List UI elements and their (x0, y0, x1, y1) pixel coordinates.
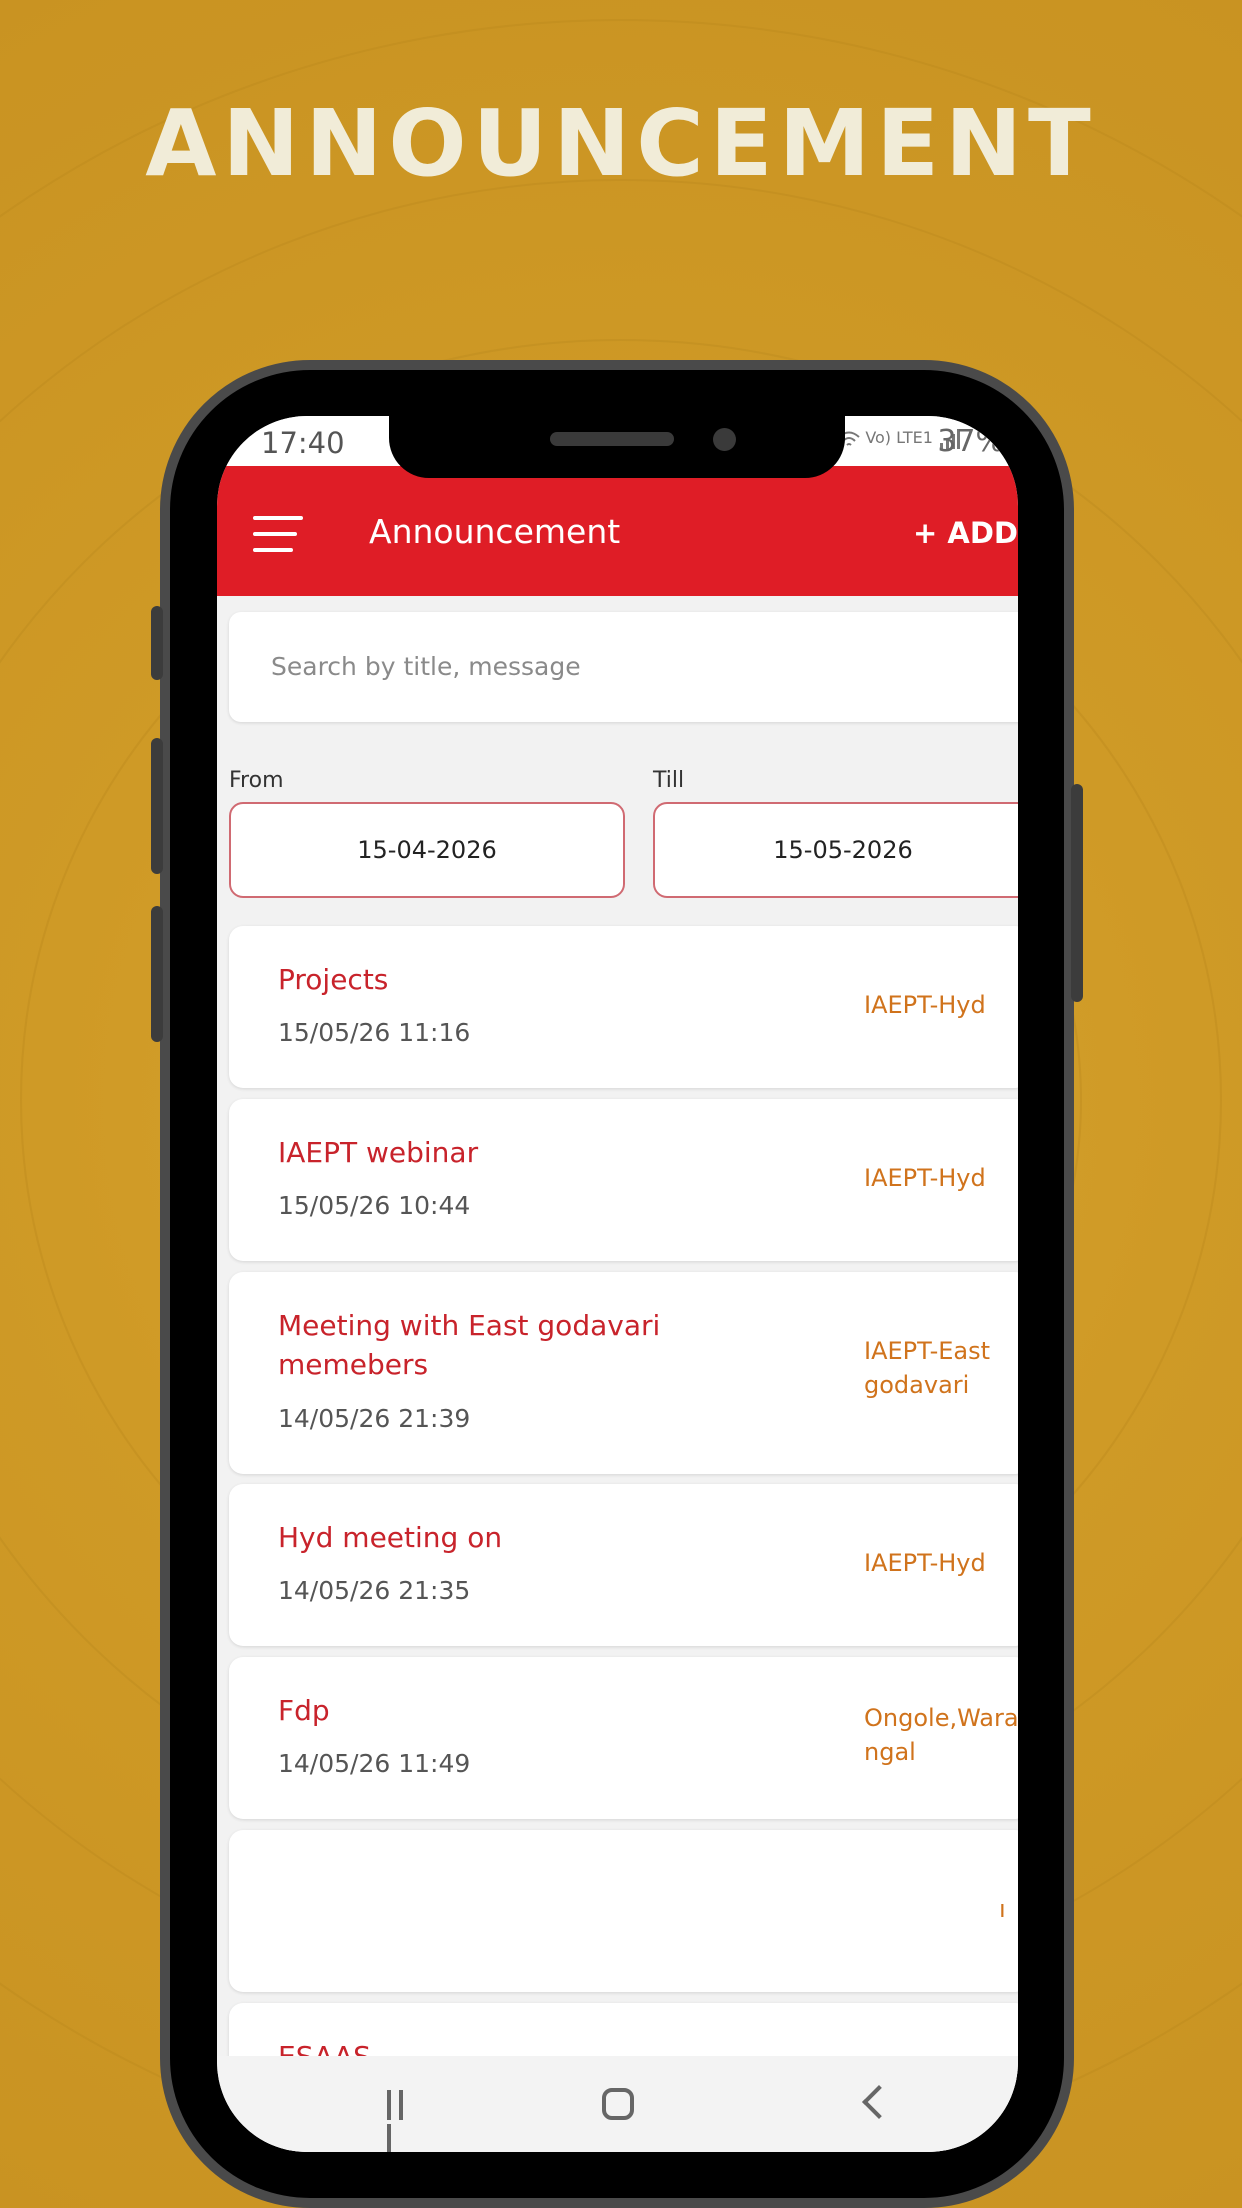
announcement-title: IAEPT webinar (278, 1136, 479, 1169)
phone-notch (389, 416, 845, 478)
recent-apps-icon[interactable] (387, 2090, 421, 2152)
phone-side-button (151, 906, 163, 1042)
announcement-card[interactable]: Hyd meeting on 14/05/26 21:35 IAEPT-Hyd (229, 1484, 1018, 1646)
announcement-date: 15/05/26 10:44 (278, 1191, 471, 1220)
announcement-title: Projects (278, 963, 389, 996)
announcement-location: ı (999, 1895, 1006, 1923)
phone-screen: 17:40 Vo) LTE1 37% Announcement + ADD Se… (217, 416, 1018, 2152)
status-time: 17:40 (261, 426, 345, 460)
from-date-field[interactable]: 15-04-2026 (229, 802, 625, 898)
search-input[interactable]: Search by title, message (229, 612, 1018, 722)
announcement-title: Hyd meeting on (278, 1521, 503, 1554)
phone-power-button (1071, 784, 1083, 1002)
page-headline: ANNOUNCEMENT (145, 90, 1097, 197)
signal-text: Vo) LTE1 (865, 428, 933, 447)
system-nav-bar (217, 2056, 1018, 2152)
battery-level: 37% (937, 424, 1004, 459)
announcement-location: IAEPT-East godavari (864, 1337, 991, 1399)
announcement-card[interactable]: Projects 15/05/26 11:16 IAEPT-Hyd (229, 926, 1018, 1088)
announcement-card[interactable]: Fdp 14/05/26 11:49 Ongole,Warangal (229, 1657, 1018, 1819)
home-icon[interactable] (602, 2088, 634, 2120)
announcement-location: IAEPT-Hyd (864, 1164, 986, 1192)
phone-speaker (550, 432, 674, 446)
search-placeholder: Search by title, message (271, 652, 581, 681)
from-label: From (229, 768, 284, 793)
menu-icon[interactable] (253, 516, 303, 556)
announcement-location: Ongole,Warangal (864, 1704, 1018, 1766)
announcement-location: IAEPT-Hyd (864, 991, 986, 1019)
phone-camera (713, 428, 736, 451)
announcement-card[interactable]: ı (229, 1830, 1018, 1992)
announcement-title: Meeting with East godavari memebers (278, 1309, 661, 1381)
announcement-date: 14/05/26 21:35 (278, 1576, 471, 1605)
back-icon[interactable] (862, 2085, 896, 2119)
till-label: Till (653, 768, 685, 793)
announcement-card[interactable]: Meeting with East godavari memebers 14/0… (229, 1272, 1018, 1474)
announcement-date: 15/05/26 11:16 (278, 1018, 471, 1047)
announcement-card[interactable]: IAEPT webinar 15/05/26 10:44 IAEPT-Hyd (229, 1099, 1018, 1261)
announcement-location: IAEPT-Hyd (864, 1549, 986, 1577)
announcement-date: 14/05/26 21:39 (278, 1404, 471, 1433)
phone-side-button (151, 606, 163, 680)
app-bar: Announcement + ADD (217, 466, 1018, 596)
page-title: Announcement (369, 512, 621, 551)
phone-side-button (151, 738, 163, 874)
announcement-date: 14/05/26 11:49 (278, 1749, 471, 1778)
announcement-title: Fdp (278, 1694, 330, 1727)
till-date-field[interactable]: 15-05-2026 (653, 802, 1018, 898)
add-announcement-button[interactable]: + ADD (913, 516, 1018, 550)
